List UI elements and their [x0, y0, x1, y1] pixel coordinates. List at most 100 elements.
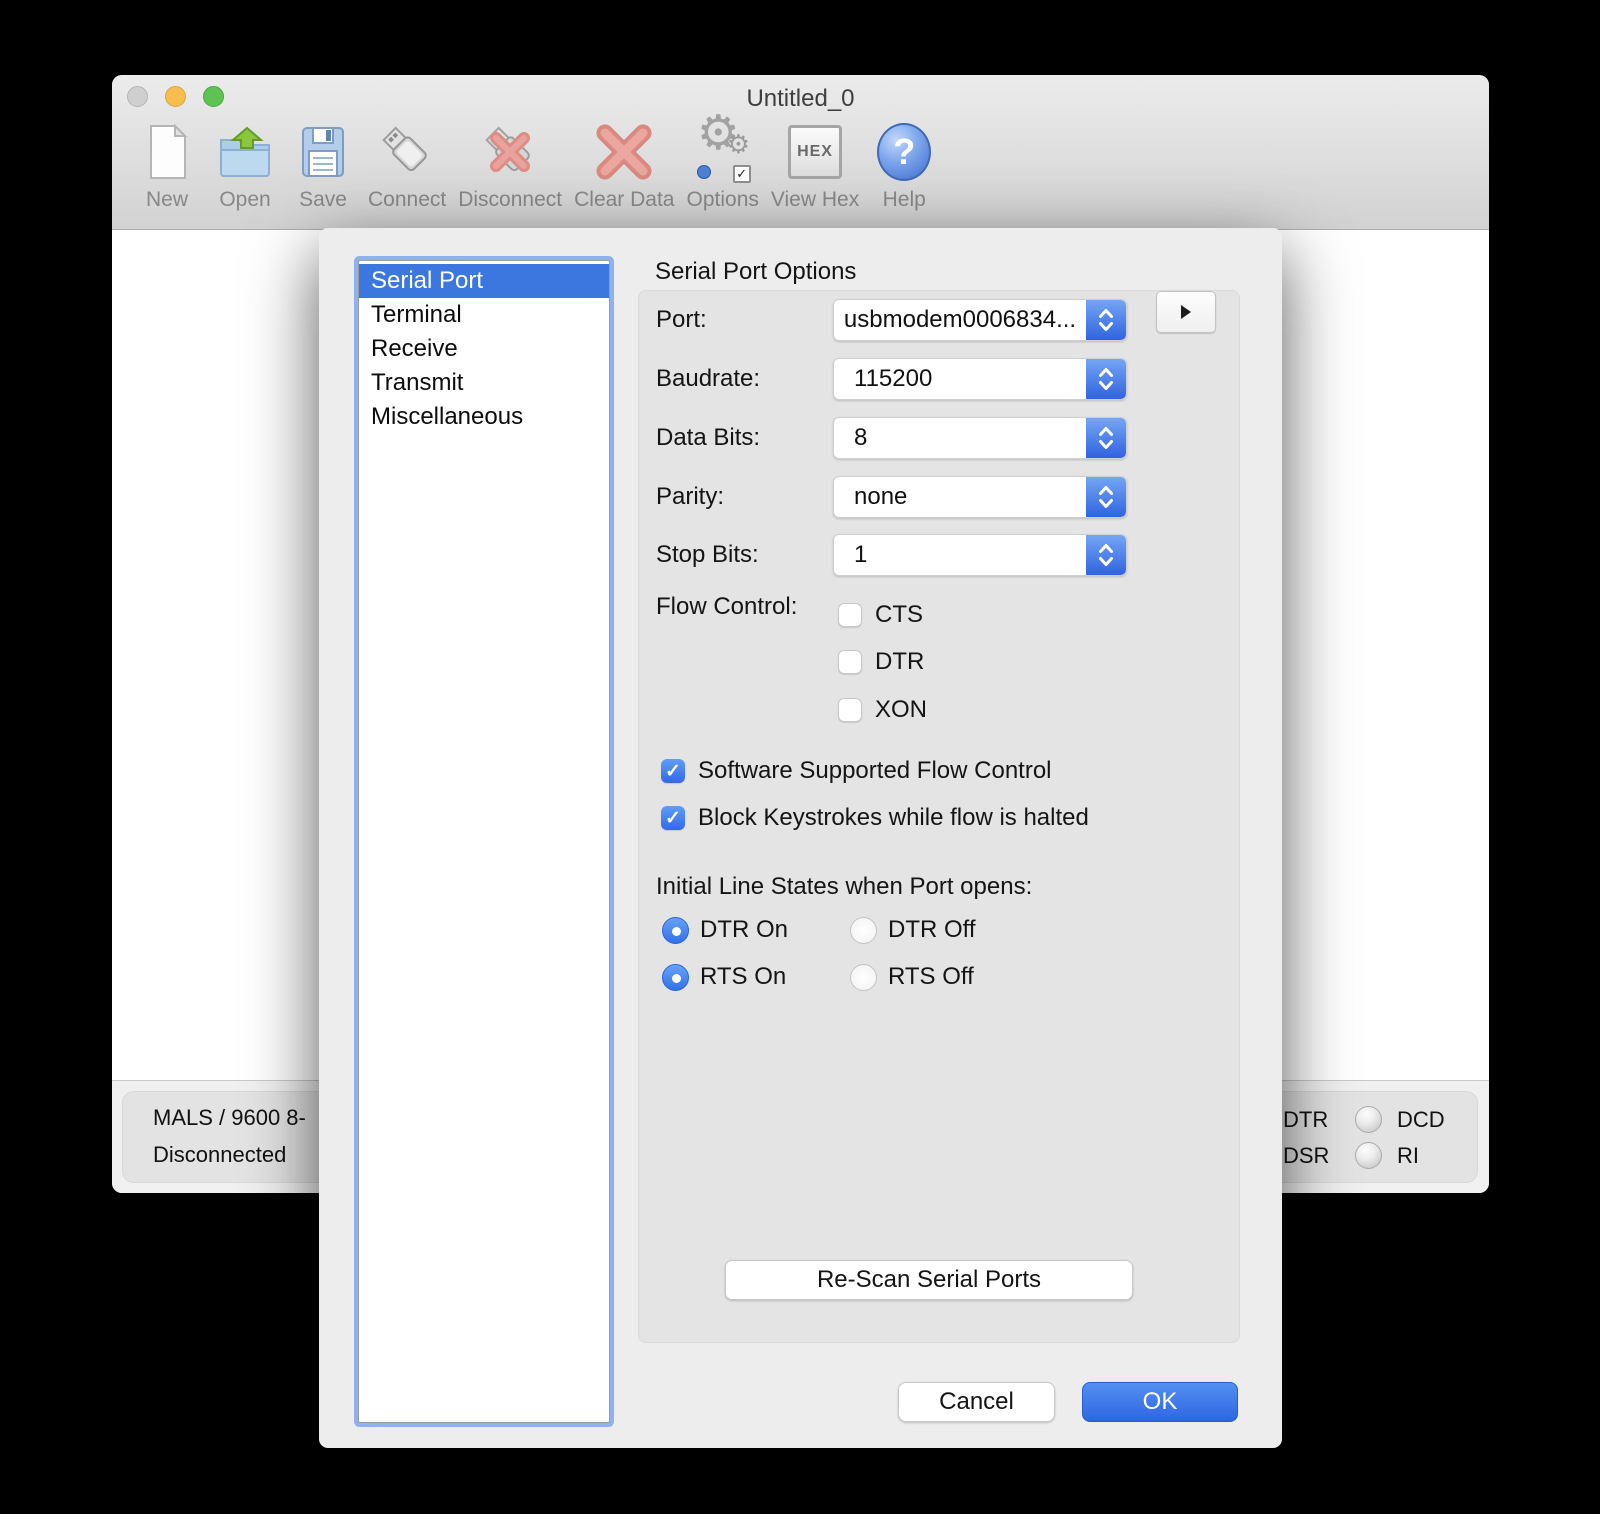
toolbar-button-connect[interactable]: Connect [362, 119, 452, 212]
flow-control-xon-checkbox[interactable]: XON [838, 696, 928, 723]
ok-button[interactable]: OK [1082, 1382, 1238, 1422]
toolbar-button-save[interactable]: Save [284, 119, 362, 212]
port-value: usbmodem0006834... [843, 306, 1077, 333]
toolbar-label: Options [686, 188, 759, 211]
xon-label: XON [875, 696, 928, 723]
usb-connect-icon [374, 119, 440, 185]
toolbar-button-clear-data[interactable]: Clear Data [568, 119, 680, 212]
indicator-label-dcd: DCD [1397, 1106, 1445, 1132]
toolbar-label: Connect [368, 188, 447, 211]
status-connection-state: Disconnected [153, 1142, 287, 1167]
stepper-icon [1086, 359, 1126, 399]
block-keystrokes-label: Block Keystrokes while flow is halted [698, 804, 1089, 831]
toolbar-button-open[interactable]: Open [206, 119, 284, 212]
data-bits-label: Data Bits: [656, 424, 761, 451]
stepper-icon [1086, 535, 1126, 575]
stepper-icon [1086, 477, 1126, 517]
rts-off-radio[interactable]: RTS Off [850, 963, 974, 991]
checkbox-checked-icon [661, 806, 685, 830]
dtr-off-radio[interactable]: DTR Off [850, 916, 976, 944]
right-triangle-icon [1181, 305, 1191, 319]
screen-background: Untitled_0 New Open Save Connect Disconn… [0, 0, 1600, 1514]
baudrate-value: 115200 [854, 365, 933, 392]
dtr-off-label: DTR Off [888, 916, 976, 943]
options-category-list: Serial Port Terminal Receive Transmit Mi… [358, 260, 610, 1423]
toolbar-label: Save [299, 188, 347, 211]
checkbox-checked-icon [661, 759, 685, 783]
rescan-serial-ports-button[interactable]: Re-Scan Serial Ports [725, 1260, 1133, 1300]
cancel-button[interactable]: Cancel [898, 1382, 1055, 1422]
flow-control-dtr-checkbox[interactable]: DTR [838, 648, 925, 675]
toolbar-label: Open [219, 188, 271, 211]
stop-bits-value: 1 [854, 541, 868, 568]
port-label: Port: [656, 306, 707, 333]
open-folder-icon [212, 119, 278, 185]
toolbar-label: Disconnect [458, 188, 563, 211]
options-gears-icon [691, 121, 755, 185]
baudrate-label: Baudrate: [656, 365, 761, 392]
rts-off-label: RTS Off [888, 963, 974, 990]
stepper-icon [1086, 300, 1126, 340]
radio-unselected-icon [850, 963, 877, 991]
toolbar-button-options[interactable]: Options [681, 121, 765, 212]
category-item-terminal[interactable]: Terminal [359, 298, 609, 332]
software-flow-control-checkbox[interactable]: Software Supported Flow Control [661, 757, 1052, 784]
stop-bits-select[interactable]: 1 [833, 534, 1127, 576]
category-item-receive[interactable]: Receive [359, 332, 609, 366]
toolbar-button-view-hex[interactable]: HEX View Hex [765, 119, 865, 212]
block-keystrokes-checkbox[interactable]: Block Keystrokes while flow is halted [661, 804, 1089, 831]
help-icon-text: ? [877, 123, 932, 181]
usb-disconnect-icon [477, 119, 543, 185]
new-document-icon [134, 119, 200, 185]
status-connection-info: MALS / 9600 8- Disconnected [153, 1105, 306, 1168]
status-line-indicators: DTR DCD DSR RI [1283, 1106, 1445, 1169]
category-item-miscellaneous[interactable]: Miscellaneous [359, 400, 609, 434]
status-port-settings: MALS / 9600 8- [153, 1105, 306, 1130]
radio-unselected-icon [850, 916, 877, 944]
window-chrome: Untitled_0 New Open Save Connect Disconn… [112, 75, 1489, 230]
dcd-led-icon [1355, 1106, 1382, 1133]
initial-line-states-label: Initial Line States when Port opens: [656, 873, 1033, 900]
toolbar-label: View Hex [770, 188, 860, 211]
category-item-serial-port[interactable]: Serial Port [359, 264, 609, 298]
flow-control-cts-checkbox[interactable]: CTS [838, 601, 923, 628]
baudrate-select[interactable]: 115200 [833, 358, 1127, 400]
toolbar-button-new[interactable]: New [128, 119, 206, 212]
rts-on-radio[interactable]: RTS On [662, 963, 786, 991]
port-list-disclosure-button[interactable] [1156, 291, 1216, 333]
dtr-on-label: DTR On [700, 916, 789, 943]
options-dialog: Serial Port Terminal Receive Transmit Mi… [319, 228, 1282, 1448]
rts-on-label: RTS On [700, 963, 787, 990]
parity-label: Parity: [656, 483, 725, 510]
indicator-label-ri: RI [1397, 1142, 1419, 1168]
help-icon: ? [871, 119, 937, 185]
parity-select[interactable]: none [833, 476, 1127, 518]
toolbar-label: Help [882, 188, 926, 211]
stepper-icon [1086, 418, 1126, 458]
toolbar-label: New [145, 188, 188, 211]
window-title: Untitled_0 [746, 85, 855, 112]
serial-port-options-panel: Port: usbmodem0006834... Baudrate: 11520… [638, 290, 1240, 1343]
parity-value: none [854, 483, 908, 510]
port-select[interactable]: usbmodem0006834... [833, 299, 1127, 341]
stop-bits-label: Stop Bits: [656, 541, 759, 568]
ri-led-icon [1355, 1142, 1382, 1169]
dtr-label: DTR [875, 648, 925, 675]
save-floppy-icon [290, 119, 356, 185]
view-hex-icon: HEX [782, 119, 848, 185]
hex-icon-text: HEX [788, 125, 843, 179]
flow-control-label: Flow Control: [656, 593, 798, 620]
data-bits-value: 8 [854, 424, 868, 451]
toolbar-button-disconnect[interactable]: Disconnect [452, 119, 568, 212]
toolbar: New Open Save Connect Disconnect Clear D… [128, 119, 943, 212]
toolbar-label: Clear Data [574, 188, 675, 211]
checkbox-unchecked-icon [838, 650, 862, 674]
checkbox-unchecked-icon [838, 603, 862, 627]
radio-selected-icon [662, 963, 689, 991]
dtr-on-radio[interactable]: DTR On [662, 916, 788, 944]
toolbar-button-help[interactable]: ? Help [865, 119, 943, 212]
data-bits-select[interactable]: 8 [833, 417, 1127, 459]
cts-label: CTS [875, 601, 923, 628]
checkbox-unchecked-icon [838, 698, 862, 722]
category-item-transmit[interactable]: Transmit [359, 366, 609, 400]
